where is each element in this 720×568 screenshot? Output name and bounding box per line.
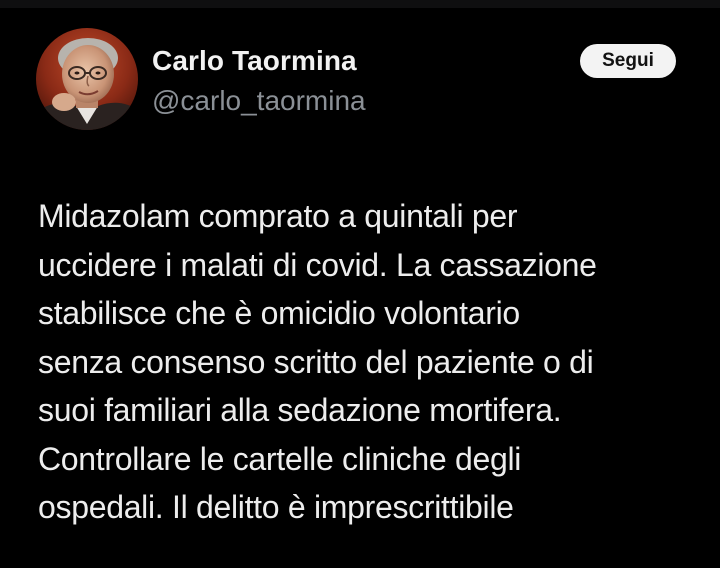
user-handle[interactable]: @carlo_taormina	[152, 84, 366, 118]
top-edge	[0, 0, 720, 8]
tweet-line: suoi familiari alla sedazione mortifera.	[38, 392, 562, 428]
tweet-line: uccidere i malati di covid. La cassazion…	[38, 246, 597, 283]
tweet-line: senza consenso scritto del paziente o di	[38, 343, 594, 380]
profile-photo-icon	[36, 28, 138, 130]
tweet-line: Midazolam comprato a quintali per	[38, 198, 518, 234]
tweet-line: Controllare le cartelle cliniche degli	[38, 440, 522, 477]
tweet-line: ospedali. Il delitto è imprescrittibile	[38, 489, 514, 525]
tweet-text: Midazolam comprato a quintali per uccide…	[38, 192, 698, 532]
user-info: Carlo Taormina @carlo_taormina	[152, 44, 366, 118]
avatar[interactable]	[36, 28, 138, 130]
follow-button[interactable]: Segui	[580, 44, 676, 78]
display-name[interactable]: Carlo Taormina	[152, 44, 366, 78]
tweet-line: stabilisce che è omicidio volontario	[38, 295, 520, 331]
tweet-card: Carlo Taormina @carlo_taormina Segui Mid…	[0, 0, 720, 568]
